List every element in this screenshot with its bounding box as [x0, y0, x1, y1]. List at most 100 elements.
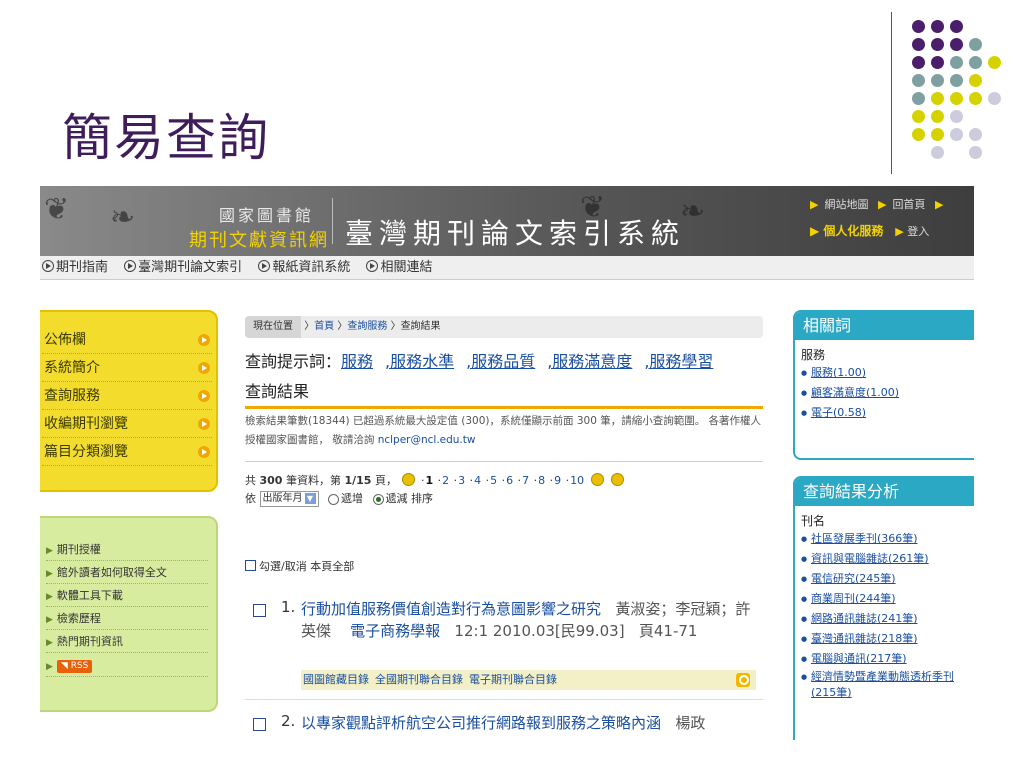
page-link[interactable]: 2	[442, 474, 449, 487]
analysis-link[interactable]: 社區發展季刊(366筆)	[801, 529, 974, 549]
banner-divider	[332, 198, 333, 244]
keyword-link[interactable]: ,服務品質	[466, 352, 535, 371]
sort-field-select[interactable]: 出版年月 ▼	[259, 491, 319, 507]
page-link[interactable]: 4	[474, 474, 481, 487]
top-right-links: ▶ 網站地圖 ▶ 回首頁 ▶	[810, 196, 949, 212]
record-journal-link[interactable]: 電子商務學報	[350, 622, 440, 640]
analysis-link[interactable]: 臺灣通訊雜誌(218筆)	[801, 629, 974, 649]
link-home[interactable]: 回首頁	[892, 198, 925, 211]
decorative-dot	[950, 92, 963, 105]
related-term-link[interactable]: 服務(1.00)	[801, 363, 974, 383]
nav-label: 臺灣期刊論文索引	[138, 260, 243, 275]
record-checkbox[interactable]	[253, 718, 266, 731]
sort-asc-label: 遞增	[341, 492, 363, 505]
decorative-dot	[969, 74, 982, 87]
keyword-link[interactable]: ,服務學習	[644, 352, 713, 371]
analysis-link[interactable]: 資訊與電腦雜誌(261筆)	[801, 549, 974, 569]
analysis-link[interactable]: 經濟情勢暨產業動態透析季刊(215筆)	[801, 669, 974, 701]
decorative-dot	[912, 74, 925, 87]
sort-asc-radio[interactable]	[328, 493, 339, 505]
page-link[interactable]: 8	[538, 474, 545, 487]
record-checkbox[interactable]	[253, 604, 266, 617]
record-title-link[interactable]: 行動加值服務價值創造對行為意圖影響之研究	[301, 600, 601, 618]
link-journal-license[interactable]: ▶ 期刊授權	[46, 538, 208, 561]
analysis-link[interactable]: 電信研究(245筆)	[801, 569, 974, 589]
slide-title: 簡易查詢	[62, 109, 270, 167]
sort-row: 依 出版年月 ▼ 遞增 遞減 排序	[245, 490, 433, 507]
link-label: 熱門期刊資訊	[56, 635, 123, 648]
page-link[interactable]: 1	[425, 474, 433, 487]
page-sep: ·	[501, 474, 506, 487]
link-login[interactable]: ▶ 登入	[895, 225, 929, 238]
link-search-history[interactable]: ▶ 檢索歷程	[46, 607, 208, 630]
analysis-link[interactable]: 商業周刊(244筆)	[801, 589, 974, 609]
keyword-link[interactable]: ,服務水準	[385, 352, 454, 371]
main-nav: 期刊指南 臺灣期刊論文索引 報紙資訊系統 相關連結	[40, 256, 974, 280]
breadcrumb-service[interactable]: 查詢服務	[347, 321, 387, 332]
nav-item-newspaper[interactable]: 報紙資訊系統	[258, 256, 350, 280]
arrow-circle-icon	[198, 418, 210, 430]
menu-item-browse-categories[interactable]: 篇目分類瀏覽	[42, 438, 212, 466]
nav-item-related-links[interactable]: 相關連結	[366, 256, 432, 280]
check-all-checkbox[interactable]	[245, 560, 256, 571]
left-menu: 公佈欄 系統簡介 查詢服務 收編期刊瀏覽 篇目分類瀏覽	[40, 310, 218, 492]
page-link[interactable]: 10	[570, 474, 584, 487]
search-hint: 查詢提示詞：服務 ,服務水準 ,服務品質 ,服務滿意度 ,服務學習	[245, 348, 725, 372]
decorative-dot-grid	[902, 20, 1012, 170]
page-link[interactable]: 7	[522, 474, 529, 487]
decorative-dot	[931, 128, 944, 141]
arrow-circle-icon	[198, 446, 210, 458]
menu-item-browse-journals[interactable]: 收編期刊瀏覽	[42, 410, 212, 438]
breadcrumb-home[interactable]: 首頁	[314, 321, 334, 332]
first-page-icon[interactable]	[402, 473, 416, 486]
notice-email-link[interactable]: nclper@ncl.edu.tw	[378, 434, 476, 446]
keyword-link[interactable]: ,服務滿意度	[547, 352, 632, 371]
decorative-dot	[950, 20, 963, 33]
menu-item-about[interactable]: 系統簡介	[42, 354, 212, 382]
link-label: 期刊授權	[56, 543, 101, 556]
rss-icon: ◥ RSS	[56, 660, 93, 673]
sort-desc-radio[interactable]	[372, 493, 384, 505]
menu-item-bulletin[interactable]: 公佈欄	[42, 326, 212, 354]
decorative-dot	[912, 128, 925, 141]
decorative-dot	[950, 128, 963, 141]
record-title-link[interactable]: 以專家觀點評析航空公司推行網路報到服務之策略內涵	[301, 714, 661, 732]
decorative-dot	[931, 74, 944, 87]
related-term-link[interactable]: 電子(0.58)	[801, 403, 974, 423]
top-right-links-2: ▶ 個人化服務 ▶ 登入	[810, 222, 929, 239]
decorative-dot	[912, 92, 925, 105]
link-fulltext-access[interactable]: ▶ 館外讀者如何取得全文	[46, 561, 208, 584]
decorative-dot	[950, 110, 963, 123]
magnifier-icon[interactable]	[736, 673, 750, 687]
page-sep: ·	[453, 474, 458, 487]
page-link[interactable]: 6	[506, 474, 513, 487]
link-sitemap[interactable]: 網站地圖	[824, 198, 868, 211]
related-term-link[interactable]: 顧客滿意度(1.00)	[801, 383, 974, 403]
analysis-link[interactable]: 網路通訊雜誌(241筆)	[801, 609, 974, 629]
nav-item-journal-guide[interactable]: 期刊指南	[42, 256, 108, 280]
last-page-icon[interactable]	[611, 473, 625, 486]
link-rss[interactable]: ▶ ◥ RSS	[46, 654, 208, 677]
link-software-download[interactable]: ▶ 軟體工具下載	[46, 584, 208, 607]
analysis-link[interactable]: 電腦與通訊(217筆)	[801, 649, 974, 669]
result-analysis-box: 查詢結果分析 刊名 社區發展季刊(366筆) 資訊與電腦雜誌(261筆) 電信研…	[793, 476, 974, 740]
sort-field-value: 出版年月	[262, 493, 303, 504]
page-link[interactable]: 5	[490, 474, 497, 487]
link-personal-service[interactable]: ▶ 個人化服務	[810, 224, 883, 238]
holding-link[interactable]: 電子期刊聯合目錄	[469, 673, 557, 686]
library-net-logo[interactable]: 期刊文獻資訊網	[189, 226, 329, 252]
holding-link[interactable]: 國圖館藏目錄	[303, 673, 369, 686]
chevron-down-icon: ▼	[304, 493, 316, 504]
holding-link[interactable]: 全國期刊聯合目錄	[375, 673, 463, 686]
link-popular-journals[interactable]: ▶ 熱門期刊資訊	[46, 630, 208, 653]
page-link[interactable]: 3	[458, 474, 465, 487]
results-notice: 檢索結果筆數(18344) 已超過系統最大設定值 (300)，系統僅顯示前面 3…	[245, 412, 763, 450]
menu-item-search-service[interactable]: 查詢服務	[42, 382, 212, 410]
sort-desc-label: 遞減	[385, 492, 408, 505]
nav-item-periodical-index[interactable]: 臺灣期刊論文索引	[124, 256, 242, 280]
page-link[interactable]: 9	[554, 474, 561, 487]
check-all[interactable]: 勾選/取消 本頁全部	[245, 558, 354, 574]
next-page-icon[interactable]	[590, 473, 604, 486]
keyword-link[interactable]: 服務	[341, 352, 373, 371]
left-links-panel: ▶ 期刊授權 ▶ 館外讀者如何取得全文 ▶ 軟體工具下載 ▶ 檢索歷程 ▶ 熱門期刊資訊 …	[40, 516, 218, 712]
